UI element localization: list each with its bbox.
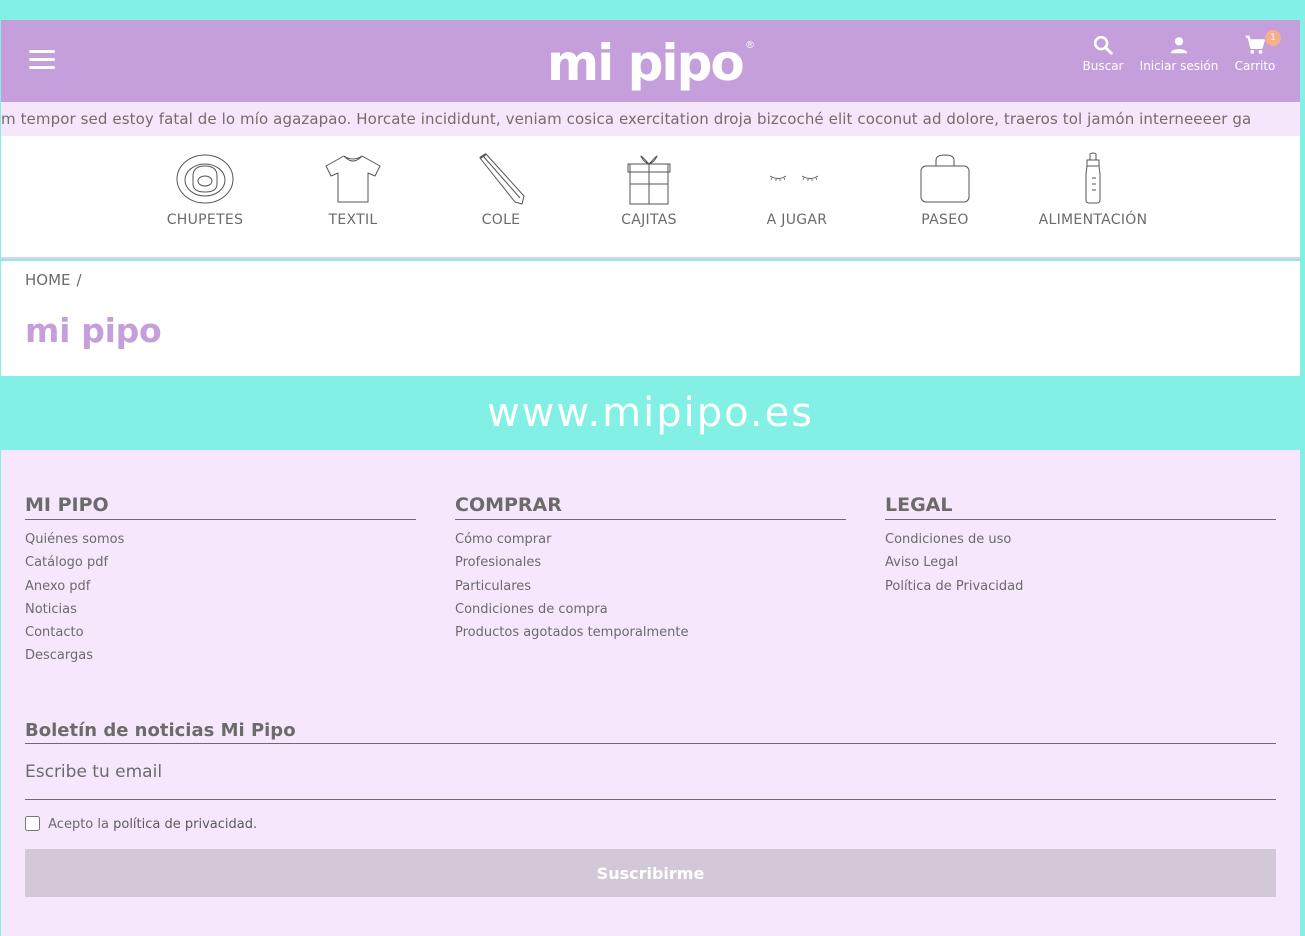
breadcrumb-home-link[interactable]: HOME: [25, 271, 71, 289]
closed-eyes-icon: [769, 175, 819, 181]
category-alimentacion[interactable]: ALIMENTACIÓN: [1033, 152, 1153, 228]
footer-link[interactable]: Contacto: [25, 623, 416, 646]
footer-link[interactable]: Quiénes somos: [25, 530, 416, 553]
footer-link[interactable]: Particulares: [455, 577, 846, 600]
privacy-policy-link[interactable]: política de privacidad.: [113, 817, 257, 832]
footer-link[interactable]: Cómo comprar: [455, 530, 846, 553]
cart-label: Carrito: [1234, 59, 1276, 73]
site-header: mi pipo ® Buscar Iniciar sesión 1 Carrit…: [1, 20, 1300, 102]
main-content: HOME / mi pipo: [1, 261, 1300, 376]
search-icon: [1093, 35, 1113, 55]
category-chupetes[interactable]: CHUPETES: [145, 152, 265, 228]
search-button[interactable]: Buscar: [1063, 34, 1143, 73]
footer-link[interactable]: Condiciones de uso: [885, 530, 1276, 553]
pencil-icon: [479, 153, 525, 205]
cart-icon: [1245, 35, 1265, 54]
footer-column-comprar: COMPRAR Cómo comprar Profesionales Parti…: [455, 494, 846, 646]
footer-link[interactable]: Aviso Legal: [885, 553, 1276, 576]
search-label: Buscar: [1082, 59, 1124, 73]
announcement-ticker: m tempor sed estoy fatal de lo mío agaza…: [1, 102, 1300, 136]
category-label: CHUPETES: [166, 212, 244, 228]
login-button[interactable]: Iniciar sesión: [1139, 34, 1219, 73]
cart-count-badge: 1: [1265, 30, 1281, 46]
footer-link[interactable]: Productos agotados temporalmente: [455, 623, 846, 646]
mi-pipo-logo[interactable]: mi pipo ®: [545, 32, 760, 96]
menu-bar: [29, 58, 55, 61]
footer-column-title: MI PIPO: [25, 494, 416, 520]
footer-link[interactable]: Política de Privacidad: [885, 577, 1276, 600]
domain-banner-text: www.mipipo.es: [486, 390, 815, 436]
category-label: TEXTIL: [328, 212, 378, 228]
category-paseo[interactable]: PASEO: [885, 152, 1005, 228]
user-icon: [1170, 37, 1188, 54]
menu-bar: [29, 66, 55, 69]
newsletter-form: Boletín de noticias Mi Pipo Acepto la po…: [25, 720, 1276, 897]
newsletter-email-input[interactable]: [25, 744, 1276, 800]
login-label: Iniciar sesión: [1139, 59, 1219, 73]
privacy-consent: Acepto la política de privacidad.: [25, 816, 1276, 834]
bag-icon: [920, 154, 970, 203]
footer-link[interactable]: Noticias: [25, 600, 416, 623]
page-title: mi pipo: [25, 311, 162, 350]
footer-link[interactable]: Condiciones de compra: [455, 600, 846, 623]
newsletter-title: Boletín de noticias Mi Pipo: [25, 720, 1276, 744]
domain-banner: www.mipipo.es: [1, 376, 1300, 450]
footer-link[interactable]: Anexo pdf: [25, 577, 416, 600]
footer-link[interactable]: Profesionales: [455, 553, 846, 576]
tshirt-icon: [325, 155, 381, 203]
category-label: CAJITAS: [621, 212, 677, 228]
pacifier-icon: [176, 154, 234, 204]
category-textil[interactable]: TEXTIL: [293, 152, 413, 228]
footer-column-title: LEGAL: [885, 494, 1276, 520]
site-footer: MI PIPO Quiénes somos Catálogo pdf Anexo…: [1, 450, 1300, 936]
privacy-consent-checkbox[interactable]: [25, 816, 40, 831]
footer-column-mi-pipo: MI PIPO Quiénes somos Catálogo pdf Anexo…: [25, 494, 416, 670]
hamburger-menu-button[interactable]: [29, 50, 57, 70]
subscribe-button[interactable]: Suscribirme: [25, 849, 1276, 897]
gift-box-icon: [627, 155, 671, 205]
svg-text:®: ®: [745, 40, 755, 51]
ticker-text: m tempor sed estoy fatal de lo mío agaza…: [1, 110, 1252, 128]
breadcrumb-separator: /: [76, 271, 82, 289]
menu-bar: [29, 50, 55, 53]
footer-link[interactable]: Catálogo pdf: [25, 553, 416, 576]
category-a-jugar[interactable]: A JUGAR: [737, 152, 857, 228]
category-label: COLE: [481, 212, 521, 228]
logo-text: mi pipo: [547, 34, 743, 92]
footer-column-legal: LEGAL Condiciones de uso Aviso Legal Pol…: [885, 494, 1276, 600]
category-cajitas[interactable]: CAJITAS: [589, 152, 709, 228]
category-cole[interactable]: COLE: [441, 152, 561, 228]
consent-prefix: Acepto la: [48, 817, 109, 832]
cart-button[interactable]: 1 Carrito: [1215, 30, 1295, 73]
baby-bottle-icon: [1085, 152, 1101, 204]
category-label: ALIMENTACIÓN: [1038, 212, 1148, 228]
breadcrumb: HOME /: [25, 271, 82, 289]
category-nav: CHUPETES TEXTIL COLE CAJITAS A JUGAR PAS…: [1, 136, 1300, 259]
footer-column-title: COMPRAR: [455, 494, 846, 520]
footer-link[interactable]: Descargas: [25, 646, 416, 669]
category-label: PASEO: [921, 212, 969, 228]
category-label: A JUGAR: [766, 212, 828, 228]
